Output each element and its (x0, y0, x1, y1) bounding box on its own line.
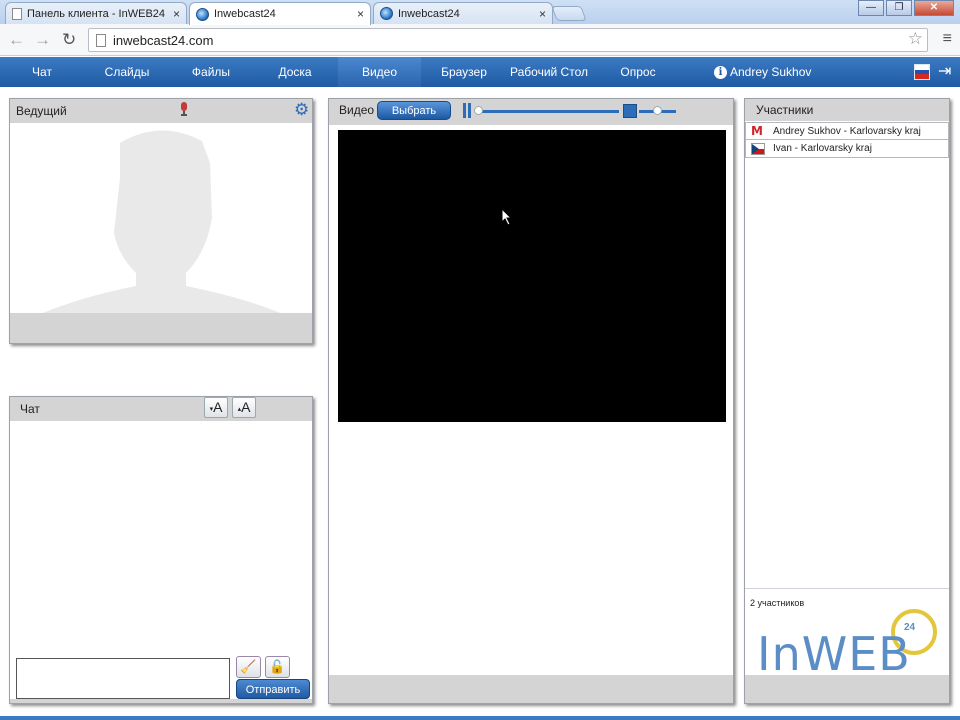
send-button[interactable]: Отправить (236, 679, 310, 699)
participants-panel-footer (745, 675, 949, 703)
tab-title: Inwebcast24 (214, 8, 276, 20)
participants-panel-header: Участники (745, 99, 949, 121)
video-player[interactable] (338, 130, 726, 422)
participants-count: 2 участников (750, 598, 805, 608)
browser-tab-inwebcast[interactable]: Inwebcast24 × (373, 2, 553, 24)
presenter-panel-header: Ведущий ⚙ (10, 99, 312, 123)
chat-panel: Чат ▾A ▴A 🧹 🔓 Отправить (9, 396, 313, 704)
participants-title: Участники (756, 103, 814, 117)
chat-panel-footer (10, 699, 312, 703)
video-title: Видео (339, 103, 375, 117)
tab-close-icon[interactable]: × (173, 7, 180, 21)
participant-row[interactable]: M Andrey Sukhov - Karlovarsky kraj (745, 122, 949, 140)
url-text[interactable]: inwebcast24.com (113, 33, 213, 48)
reload-icon[interactable]: ↻ (62, 30, 76, 50)
video-panel-footer (329, 675, 733, 703)
user-info[interactable]: i Andrey Sukhov (714, 57, 811, 87)
avatar-silhouette (42, 130, 281, 313)
russian-flag-icon[interactable] (914, 64, 930, 80)
page-icon (96, 34, 106, 47)
globe-icon (380, 7, 393, 20)
czech-flag-icon (751, 142, 765, 155)
font-smaller-button[interactable]: ▾A (204, 397, 228, 418)
back-arrow-icon[interactable]: ← (8, 30, 25, 50)
exit-icon[interactable]: ⇥ (938, 61, 951, 81)
mouse-cursor-icon (501, 208, 513, 226)
window-controls: — ❐ ✕ (856, 0, 954, 16)
volume-icon[interactable] (623, 104, 637, 118)
participants-panel: Участники M Andrey Sukhov - Karlovarsky … (744, 98, 950, 704)
participants-list: M Andrey Sukhov - Karlovarsky kraj Ivan … (745, 122, 949, 158)
address-bar[interactable]: inwebcast24.com ☆ (88, 28, 928, 52)
clear-chat-broom-icon[interactable]: 🧹 (236, 656, 261, 678)
font-smaller-label: A (213, 399, 223, 415)
font-larger-button[interactable]: ▴A (232, 397, 256, 418)
page-icon (12, 7, 22, 20)
browser-tabstrip: Панель клиента - InWEB24 × Inwebcast24 ×… (0, 0, 960, 25)
tab-close-icon[interactable]: × (357, 7, 364, 21)
chat-message-input[interactable] (16, 658, 230, 699)
menu-item-desktop[interactable]: Рабочий Стол (506, 57, 592, 87)
browser-tab-client-panel[interactable]: Панель клиента - InWEB24 × (5, 2, 187, 24)
info-icon: i (714, 65, 727, 79)
browser-tab-inwebcast-active[interactable]: Inwebcast24 × (189, 2, 371, 25)
participant-row[interactable]: Ivan - Karlovarsky kraj (745, 140, 949, 158)
bottom-border (0, 716, 960, 720)
presenter-title: Ведущий (16, 104, 67, 118)
close-window-button[interactable]: ✕ (914, 0, 954, 16)
choose-video-button[interactable]: Выбрать (377, 101, 451, 120)
menu-item-video[interactable]: Видео (338, 57, 421, 87)
seek-bar[interactable] (477, 110, 619, 113)
video-panel-header: Видео Выбрать (329, 99, 733, 125)
minimize-button[interactable]: — (858, 0, 884, 16)
forward-arrow-icon[interactable]: → (34, 30, 51, 50)
lock-icon[interactable]: 🔓 (265, 656, 290, 678)
bookmark-star-icon[interactable]: ☆ (908, 29, 923, 49)
chat-panel-header: Чат ▾A ▴A (10, 397, 312, 421)
tab-title: Панель клиента - InWEB24 (27, 7, 166, 20)
menu-item-chat[interactable]: Чат (14, 57, 70, 87)
microphone-icon[interactable] (179, 102, 189, 116)
browser-toolbar: ← → ↻ inwebcast24.com ☆ (0, 24, 960, 56)
seek-handle[interactable] (474, 106, 483, 115)
inweb-logo: InWEB (757, 627, 911, 681)
globe-icon (196, 7, 209, 21)
user-name: Andrey Sukhov (730, 65, 812, 79)
chat-messages[interactable] (10, 421, 312, 657)
browser-menu-icon[interactable]: ≡ (943, 30, 952, 48)
tab-title: Inwebcast24 (398, 7, 460, 20)
participant-name: Ivan - Karlovarsky kraj (773, 143, 872, 154)
maximize-button[interactable]: ❐ (886, 0, 912, 16)
menu-item-poll[interactable]: Опрос (612, 57, 664, 87)
menu-item-browser[interactable]: Браузер (434, 57, 494, 87)
video-panel: Видео Выбрать (328, 98, 734, 704)
participant-name: Andrey Sukhov - Karlovarsky kraj (773, 125, 921, 137)
presenter-webcam (10, 123, 312, 313)
menu-item-whiteboard[interactable]: Доска (266, 57, 324, 87)
chat-title: Чат (20, 402, 40, 416)
presenter-panel: Ведущий ⚙ (9, 98, 313, 344)
new-tab-button[interactable] (551, 6, 587, 21)
menu-item-slides[interactable]: Слайды (96, 57, 158, 87)
pause-icon[interactable] (463, 103, 471, 118)
gear-icon[interactable]: ⚙ (294, 101, 309, 119)
menu-item-files[interactable]: Файлы (182, 57, 240, 87)
app-menubar: Чат Слайды Файлы Доска Видео Браузер Раб… (0, 57, 960, 87)
font-larger-label: A (241, 399, 251, 415)
presenter-panel-footer (10, 313, 312, 343)
metro-m-icon: M (751, 124, 763, 138)
tab-close-icon[interactable]: × (539, 7, 546, 21)
volume-handle[interactable] (653, 106, 662, 115)
